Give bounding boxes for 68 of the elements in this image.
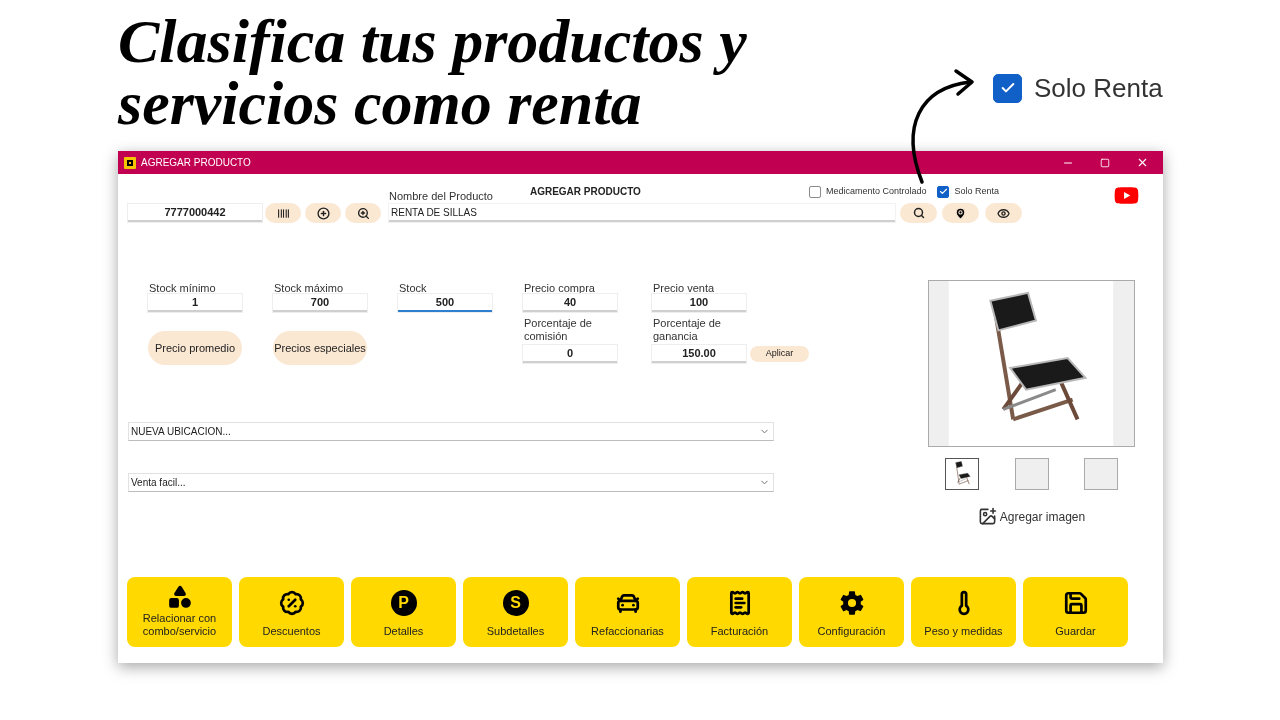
location-button[interactable] <box>942 203 979 223</box>
action-button[interactable]: Peso y medidas <box>911 577 1016 647</box>
checkbox[interactable] <box>937 185 950 198</box>
letter-icon: S <box>502 590 529 616</box>
dropdown-value: Venta facil... <box>130 476 186 490</box>
product-name-field[interactable]: RENTA DE SILLAS <box>389 204 895 222</box>
barcode-icon <box>276 206 290 220</box>
text-field[interactable]: 700 <box>273 294 367 312</box>
text-field[interactable]: 1 <box>148 294 242 312</box>
checkbox-label: Medicamento Controlado <box>825 185 927 198</box>
save-icon <box>1062 590 1089 616</box>
dropdown-value: NUEVA UBICACION... <box>130 425 231 439</box>
action-button[interactable]: Relacionar con combo/servicio <box>127 577 232 647</box>
price-button[interactable]: Precios especiales <box>273 331 367 365</box>
dropdown[interactable]: Venta facil... <box>128 473 774 492</box>
text-field[interactable]: 150.00 <box>652 345 746 363</box>
add-image-button[interactable]: Agregar imagen <box>977 507 1086 526</box>
dropdown[interactable]: NUEVA UBICACION... <box>128 422 774 441</box>
eye-icon <box>997 206 1010 220</box>
maximize-icon[interactable] <box>1100 157 1110 168</box>
image-thumbnail[interactable] <box>1084 458 1118 490</box>
field-label: Stock máximo <box>273 281 345 294</box>
field-label: Precio venta <box>652 281 716 294</box>
field-label: Stock mínimo <box>148 281 217 294</box>
form-heading: AGREGAR PRODUCTO <box>529 185 641 199</box>
action-button[interactable]: Guardar <box>1023 577 1128 647</box>
checkbox-label: Solo Renta <box>954 185 999 198</box>
field-label: Porcentaje de comisión <box>523 317 593 344</box>
action-button[interactable]: Descuentos <box>239 577 344 647</box>
checkbox[interactable] <box>993 73 1022 103</box>
add-icon <box>316 206 330 220</box>
action-button[interactable]: Configuración <box>799 577 904 647</box>
checkbox[interactable] <box>808 185 821 198</box>
letter-icon: P <box>390 590 417 616</box>
check-icon <box>938 187 948 197</box>
image-thumbnail[interactable] <box>945 458 979 490</box>
action-button[interactable]: Facturación <box>687 577 792 647</box>
text-field[interactable]: 40 <box>523 294 617 312</box>
field-label: Precio compra <box>523 281 596 294</box>
window-title: AGREGAR PRODUCTO <box>141 156 251 170</box>
text-field[interactable]: 500 <box>398 294 492 312</box>
text-field[interactable]: 100 <box>652 294 746 312</box>
search-icon <box>912 207 925 219</box>
settings-icon <box>838 590 865 616</box>
text-field[interactable]: 0 <box>523 345 617 363</box>
view-button[interactable] <box>985 203 1022 223</box>
action-button[interactable]: Refaccionarias <box>575 577 680 647</box>
zoom-button[interactable] <box>345 203 381 223</box>
search-button[interactable] <box>900 203 937 223</box>
image-plus-icon <box>977 507 997 526</box>
add-button[interactable] <box>305 203 341 223</box>
field-label: Nombre del Producto <box>389 189 493 204</box>
field-label: Stock <box>398 281 428 294</box>
checkbox-label: Solo Renta <box>1034 71 1163 105</box>
map-pin-icon <box>954 206 967 220</box>
apply-button[interactable]: Aplicar <box>750 346 809 362</box>
close-icon[interactable] <box>1136 156 1149 169</box>
action-button[interactable]: S Subdetalles <box>463 577 568 647</box>
zoom-icon <box>356 206 370 220</box>
field-label: Porcentaje de ganancia <box>652 317 722 344</box>
price-button[interactable]: Precio promedio <box>148 331 242 365</box>
shapes-icon <box>166 584 193 610</box>
app-icon <box>124 156 136 169</box>
action-button[interactable]: P Detalles <box>351 577 456 647</box>
code-field[interactable]: 7777000442 <box>128 204 262 222</box>
barcode-button[interactable] <box>265 203 301 223</box>
discount-icon <box>278 590 305 616</box>
image-thumbnail[interactable] <box>1014 458 1049 490</box>
